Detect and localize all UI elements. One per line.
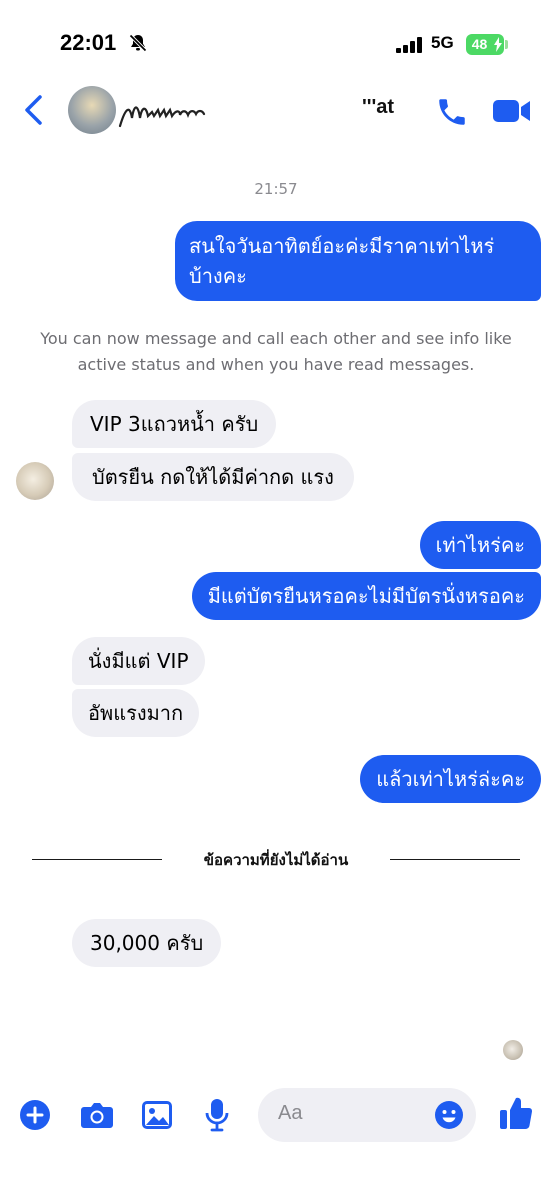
signal-icon <box>396 37 424 57</box>
incoming-message[interactable]: 30,000 ครับ <box>72 919 222 967</box>
message-line: สนใจวันอาทิตย์อะค่ะมีราคาเท่าไหร่ <box>189 234 495 258</box>
chat-header <box>0 80 552 144</box>
status-time: 22:01 <box>60 30 117 55</box>
video-icon[interactable] <box>493 97 531 129</box>
outgoing-message[interactable]: แล้วเท่าไหร่ล่ะคะ <box>360 755 541 803</box>
incoming-message[interactable]: นั่งมีแต่ VIP <box>72 637 205 685</box>
status-bar: 22:01 5G 48 <box>0 0 552 90</box>
contact-name: '''at <box>362 96 395 118</box>
composer-bar: Aa <box>0 1080 552 1150</box>
redacted-name-scribble <box>118 96 210 136</box>
thumbs-up-icon[interactable] <box>499 1095 533 1135</box>
unread-divider-right <box>390 859 520 860</box>
outgoing-message[interactable]: มีแต่บัตรยืนหรอคะไม่มีบัตรนั่งหรอคะ <box>191 572 541 620</box>
phone-icon[interactable] <box>435 95 469 133</box>
sender-avatar[interactable] <box>16 462 54 500</box>
outgoing-message[interactable]: เท่าไหร่คะ <box>419 521 541 569</box>
message-timestamp: 21:57 <box>254 180 298 198</box>
bell-slash-icon <box>128 33 148 57</box>
incoming-message[interactable]: VIP 3แถวหน้ำ ครับ <box>72 400 277 448</box>
microphone-icon[interactable] <box>205 1098 229 1136</box>
message-input-placeholder: Aa <box>278 1102 303 1124</box>
battery-cap <box>505 40 508 49</box>
message-input[interactable]: Aa <box>258 1088 476 1142</box>
camera-icon[interactable] <box>80 1100 114 1134</box>
message-line: บ้างคะ <box>189 264 247 288</box>
image-icon[interactable] <box>141 1100 173 1134</box>
incoming-message[interactable]: บัตรยืน กดให้ได้มีค่ากด แรง <box>72 453 354 501</box>
seen-indicator-avatar <box>503 1040 523 1060</box>
connection-notice: You can now message and call each other … <box>20 326 532 378</box>
incoming-message[interactable]: อัพแรงมาก <box>72 689 200 737</box>
back-chevron-icon[interactable] <box>22 94 46 130</box>
notice-line: You can now message and call each other … <box>40 329 512 348</box>
plus-icon[interactable] <box>20 1100 50 1134</box>
battery-level: 48 <box>471 36 488 52</box>
outgoing-message[interactable]: สนใจวันอาทิตย์อะค่ะมีราคาเท่าไหร่ บ้างคะ <box>175 221 541 301</box>
unread-divider-label: ข้อความที่ยังไม่ได้อ่าน <box>203 851 349 869</box>
contact-avatar[interactable] <box>68 86 116 134</box>
battery-icon: 48 <box>466 34 504 55</box>
network-type: 5G <box>431 33 454 52</box>
emoji-icon[interactable] <box>434 1100 464 1134</box>
notice-line: active status and when you have read mes… <box>77 355 475 374</box>
